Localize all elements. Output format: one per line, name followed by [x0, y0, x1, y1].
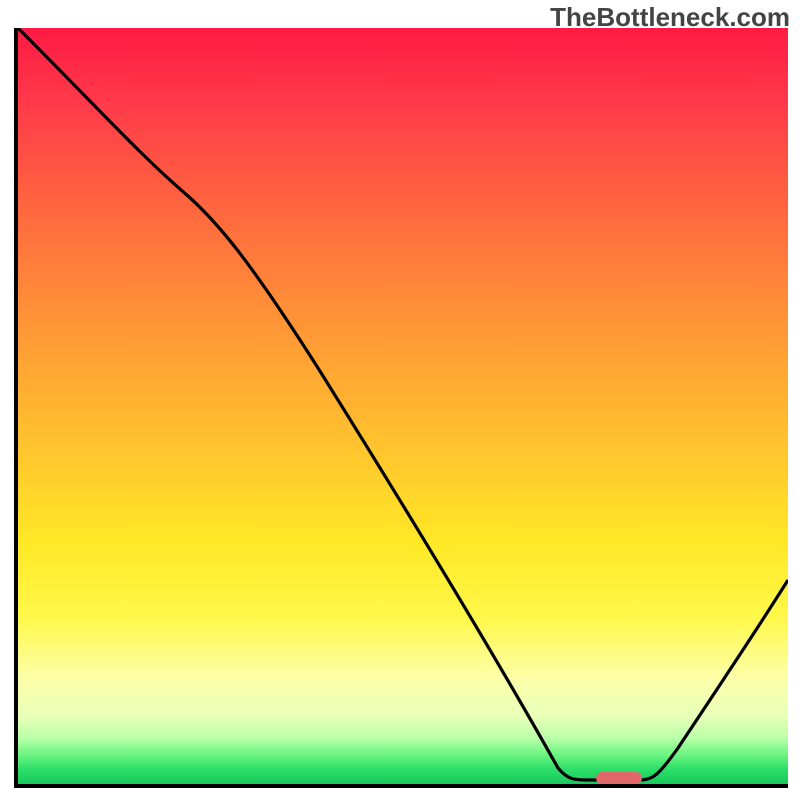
bottleneck-curve-line — [18, 28, 788, 780]
optimal-range-marker — [596, 772, 642, 784]
chart-frame: TheBottleneck.com — [0, 0, 800, 800]
plot-area — [14, 28, 788, 788]
curve-layer — [18, 28, 788, 784]
